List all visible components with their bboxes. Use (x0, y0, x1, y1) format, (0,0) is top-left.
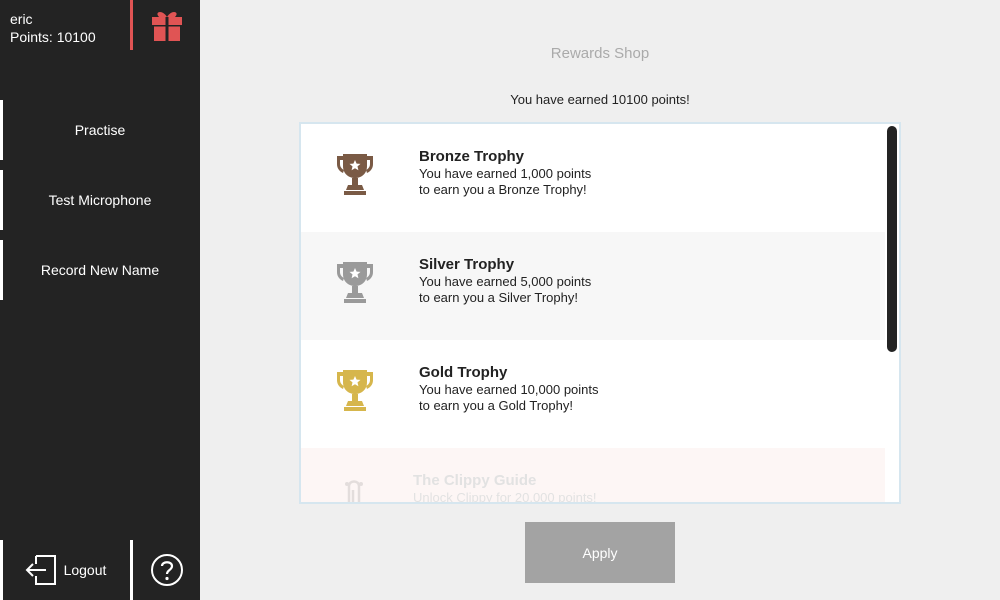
reward-name: Silver Trophy (419, 256, 515, 273)
reward-text: Gold Trophy You have earned 10,000 point… (419, 364, 599, 414)
reward-item-silver-trophy[interactable]: Silver Trophy You have earned 5,000 poin… (301, 232, 885, 340)
user-points: Points: 10100 (10, 29, 96, 45)
user-info: eric Points: 10100 (10, 10, 96, 46)
reward-text: Silver Trophy You have earned 5,000 poin… (419, 256, 591, 306)
apply-button[interactable]: Apply (525, 522, 675, 583)
reward-text: The Clippy Guide Unlock Clippy for 20,00… (413, 472, 597, 504)
reward-description: Unlock Clippy for 20,000 points! (413, 490, 597, 504)
divider (130, 540, 133, 600)
earned-points-text: You have earned 10100 points! (510, 92, 690, 107)
reward-name: Gold Trophy (419, 364, 508, 381)
help-button[interactable] (150, 553, 184, 587)
gift-icon (152, 12, 182, 41)
clippy-icon (345, 480, 363, 502)
scrollbar-thumb[interactable] (887, 126, 897, 352)
reward-name: The Clippy Guide (413, 472, 537, 489)
nav-label: Test Microphone (48, 192, 152, 208)
trophy-icon (337, 154, 373, 195)
reward-description: You have earned 1,000 points to earn you… (419, 166, 592, 197)
nav-practise[interactable]: Practise (0, 100, 200, 160)
trophy-icon (337, 370, 373, 411)
nav-label: Practise (74, 122, 126, 138)
divider (130, 0, 133, 50)
reward-item-gold-trophy[interactable]: Gold Trophy You have earned 10,000 point… (301, 340, 885, 448)
page-title: Rewards Shop (550, 45, 650, 62)
logout-label: Logout (63, 562, 107, 578)
reward-item-bronze-trophy[interactable]: Bronze Trophy You have earned 1,000 poin… (301, 124, 885, 232)
reward-item-clippy-guide[interactable]: The Clippy Guide Unlock Clippy for 20,00… (301, 448, 885, 504)
reward-description: You have earned 5,000 points to earn you… (419, 274, 592, 305)
rewards-shop-button[interactable] (150, 8, 184, 42)
trophy-icon (337, 262, 373, 303)
rewards-list[interactable]: Bronze Trophy You have earned 1,000 poin… (299, 122, 901, 504)
nav-test-microphone[interactable]: Test Microphone (0, 170, 200, 230)
logout-icon (25, 555, 56, 585)
sidebar: eric Points: 10100 Practise Test Microph… (0, 0, 200, 600)
nav-record-new-name[interactable]: Record New Name (0, 240, 200, 300)
help-icon (151, 554, 183, 586)
logout-button[interactable]: Logout (0, 540, 130, 600)
nav-label: Record New Name (40, 262, 160, 278)
reward-description: You have earned 10,000 points to earn yo… (419, 382, 599, 413)
user-name: eric (10, 11, 33, 27)
reward-name: Bronze Trophy (419, 148, 525, 165)
reward-text: Bronze Trophy You have earned 1,000 poin… (419, 148, 591, 198)
